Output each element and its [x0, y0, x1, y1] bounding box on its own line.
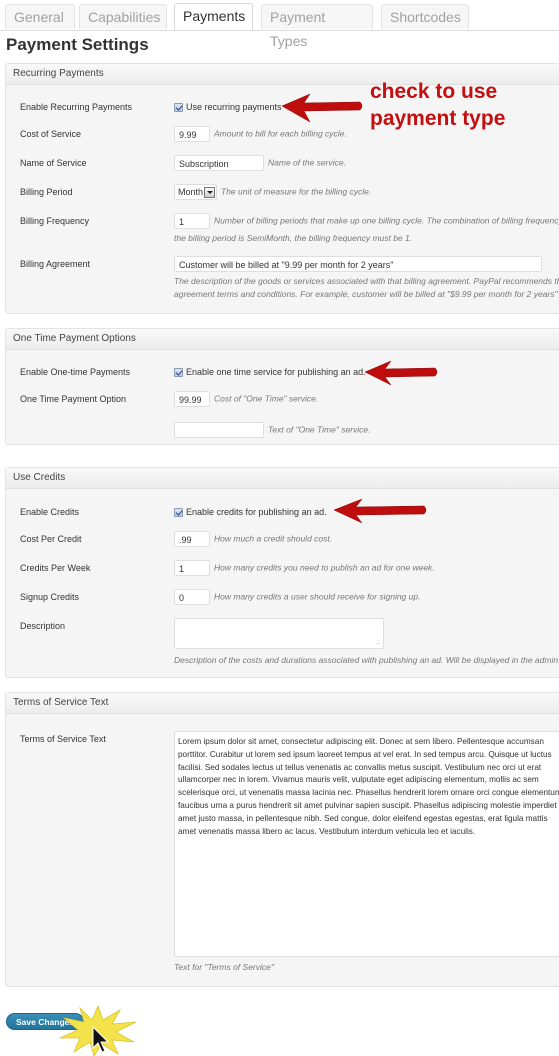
billing-period-label: Billing Period — [20, 187, 73, 197]
cost-per-credit-input[interactable]: .99 — [174, 531, 210, 547]
field-description: How many credits you need to publish an … — [214, 562, 435, 573]
field-description: The description of the goods or services… — [174, 276, 559, 286]
enable-recurring-label: Enable Recurring Payments — [20, 102, 133, 112]
checkbox-label: Enable one time service for publishing a… — [186, 367, 366, 377]
billing-period-select[interactable]: Month — [174, 184, 218, 200]
enable-credits-checkbox[interactable] — [174, 508, 183, 518]
one-time-option-label: One Time Payment Option — [20, 394, 127, 404]
billing-agreement-input[interactable]: Customer will be billed at "9.99 per mon… — [174, 256, 542, 272]
field-description: Cost of "One Time" service. — [214, 393, 319, 404]
field-description: How much a credit should cost. — [214, 533, 333, 544]
page-title: Payment Settings — [6, 35, 149, 54]
signup-credits-label: Signup Credits — [20, 592, 80, 602]
field-description: Amount to bill for each billing cycle. — [214, 128, 347, 139]
enable-one-time-checkbox[interactable] — [174, 368, 183, 378]
red-arrow-icon — [281, 93, 363, 123]
annotation-text-line2: payment type — [370, 107, 506, 130]
use-credits-panel: Use Credits Enable Credits Enable credit… — [5, 467, 559, 678]
name-of-service-input[interactable]: Subscription — [174, 155, 264, 171]
terms-of-service-label: Terms of Service Text — [20, 734, 106, 744]
name-of-service-label: Name of Service — [20, 158, 87, 168]
panel-title: Use Credits — [6, 468, 559, 489]
resize-grip-icon[interactable]: .: — [376, 639, 380, 646]
field-description: Text for "Terms of Service" — [174, 962, 274, 972]
panel-title: Terms of Service Text — [6, 693, 559, 714]
field-description: The unit of measure for the billing cycl… — [221, 186, 372, 197]
checkbox-label: Enable credits for publishing an ad. — [186, 507, 327, 517]
billing-frequency-input[interactable]: 1 — [174, 213, 210, 229]
one-time-payment-panel: One Time Payment Options Enable One-time… — [5, 328, 559, 445]
tab-payments[interactable]: Payments — [174, 3, 253, 30]
dropdown-arrow-icon — [204, 186, 216, 198]
billing-frequency-label: Billing Frequency — [20, 216, 90, 226]
red-arrow-icon — [364, 360, 438, 386]
credits-description-label: Description — [20, 621, 66, 631]
one-time-cost-input[interactable]: 99.99 — [174, 391, 210, 407]
signup-credits-input[interactable]: 0 — [174, 589, 210, 605]
settings-tabs: General Capabilities Payments Payment Ty… — [0, 0, 559, 49]
enable-recurring-checkbox[interactable] — [174, 103, 183, 113]
annotation-text-line1: check to use — [370, 80, 498, 103]
one-time-text-input[interactable] — [174, 422, 264, 438]
cost-of-service-input[interactable]: 9.99 — [174, 126, 210, 142]
cost-of-service-label: Cost of Service — [20, 129, 82, 139]
panel-title: One Time Payment Options — [6, 329, 559, 350]
field-description: Text of "One Time" service. — [268, 424, 371, 435]
credits-per-week-label: Credits Per Week — [20, 563, 91, 573]
tab-capabilities[interactable]: Capabilities — [79, 4, 167, 29]
terms-of-service-panel: Terms of Service Text Terms of Service T… — [5, 692, 559, 987]
field-description: Description of the costs and durations a… — [174, 655, 559, 665]
select-value: Month — [178, 187, 204, 197]
tab-shortcodes[interactable]: Shortcodes — [381, 4, 469, 29]
field-description: How many credits a user should receive f… — [214, 591, 421, 602]
red-arrow-icon — [333, 498, 427, 524]
tab-payment-types[interactable]: Payment Types — [261, 4, 373, 49]
field-description-continued: agreement terms and conditions. For exam… — [174, 289, 558, 299]
cost-per-credit-label: Cost Per Credit — [20, 534, 82, 544]
terms-of-service-content: Lorem ipsum dolor sit amet, consectetur … — [178, 737, 559, 836]
field-description: Number of billing periods that make up o… — [214, 215, 559, 226]
mouse-cursor-icon — [92, 1026, 110, 1053]
field-description: Name of the service. — [268, 157, 346, 168]
enable-one-time-label: Enable One-time Payments — [20, 367, 131, 377]
enable-credits-label: Enable Credits — [20, 507, 80, 517]
terms-of-service-textarea[interactable]: Lorem ipsum dolor sit amet, consectetur … — [174, 731, 559, 957]
field-description-continued: the billing period is SemiMonth, the bil… — [174, 233, 413, 243]
billing-agreement-label: Billing Agreement — [20, 259, 91, 269]
credits-description-textarea[interactable]: .: — [174, 618, 384, 649]
tab-general[interactable]: General — [5, 4, 75, 29]
credits-per-week-input[interactable]: 1 — [174, 560, 210, 576]
checkbox-label: Use recurring payments — [186, 102, 282, 112]
